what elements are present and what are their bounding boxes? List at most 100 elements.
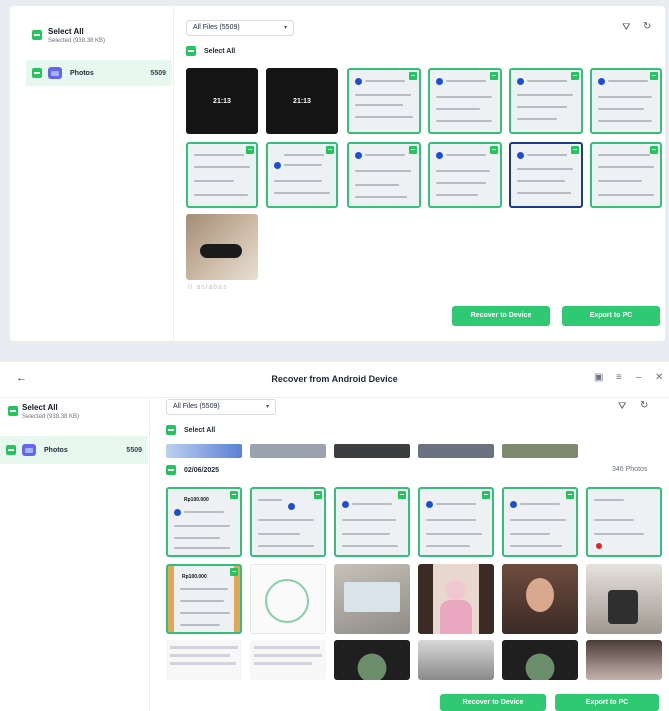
file-filter-dropdown[interactable]: All Files (5509) ▾ [186, 20, 294, 36]
photo-thumbnail-text[interactable] [166, 640, 242, 680]
receipt-logo [598, 78, 605, 85]
receipt-logo [288, 503, 295, 510]
photo-thumbnail-face[interactable] [418, 640, 494, 680]
minimize-icon[interactable]: – [636, 372, 642, 383]
photo-thumbnail-partial[interactable] [334, 444, 410, 458]
select-all-checkbox-icon[interactable] [32, 30, 42, 40]
photo-thumbnail-receipt[interactable] [509, 142, 583, 208]
photo-thumbnail-partial[interactable] [418, 444, 494, 458]
selected-check-icon[interactable] [482, 491, 490, 499]
photo-thumbnail-screen[interactable] [334, 564, 410, 634]
recover-to-device-button[interactable]: Recover to Device [452, 306, 550, 326]
lockscreen-time: 21:13 [213, 97, 231, 105]
recover-to-device-button[interactable]: Recover to Device [440, 694, 546, 711]
photo-thumbnail-text[interactable] [250, 640, 326, 680]
select-all-checkbox-icon[interactable] [166, 425, 176, 435]
feedback-icon[interactable]: ▣ [594, 372, 603, 383]
selected-check-icon[interactable] [409, 146, 417, 154]
chevron-down-icon: ▾ [283, 25, 287, 31]
selected-check-icon[interactable] [409, 72, 417, 80]
photo-thumbnail-cat[interactable] [186, 214, 258, 280]
lockscreen-time: 21:13 [293, 97, 311, 105]
photo-thumbnail-circle[interactable] [502, 640, 578, 680]
photo-thumbnail-receipt[interactable] [186, 142, 258, 208]
selected-check-icon[interactable] [566, 491, 574, 499]
refresh-icon[interactable]: ↻ [643, 21, 651, 32]
photo-thumbnail-receipt[interactable] [590, 68, 662, 134]
photo-thumbnail-receipt[interactable] [586, 487, 662, 557]
selected-check-icon[interactable] [571, 146, 579, 154]
photo-thumbnail-partial[interactable] [166, 444, 242, 458]
receipt-logo [355, 152, 362, 159]
photos-count: 5509 [126, 446, 142, 454]
selected-check-icon[interactable] [650, 72, 658, 80]
photo-thumbnail-portrait[interactable] [418, 564, 494, 634]
photo-thumbnail-face[interactable] [586, 640, 662, 680]
photo-thumbnail-receipt[interactable] [347, 68, 421, 134]
select-all-checkbox-icon[interactable] [186, 46, 196, 56]
selected-check-icon[interactable] [650, 146, 658, 154]
photo-thumbnail-meme[interactable] [586, 564, 662, 634]
select-all-row[interactable]: Select All [166, 425, 215, 435]
export-to-pc-button[interactable]: Export to PC [555, 694, 659, 711]
photo-thumbnail-receipt[interactable]: Rp100.000 [166, 564, 242, 634]
photo-thumbnail-receipt[interactable] [266, 142, 338, 208]
receipt-logo [436, 152, 443, 159]
file-filter-value: All Files (5509) [173, 403, 220, 410]
menu-icon[interactable]: ≡ [616, 372, 622, 383]
receipt-logo [510, 501, 517, 508]
photo-thumbnail-lockscreen[interactable]: 21:13 [266, 68, 338, 134]
photos-checkbox-icon[interactable] [32, 68, 42, 78]
recovery-window-top: Select All Selected (938.38 KB) Photos 5… [10, 6, 665, 341]
photo-thumbnail-selfie[interactable] [502, 564, 578, 634]
blurred-caption: Il aslabas [188, 284, 228, 291]
select-all-row[interactable]: Select All [186, 46, 235, 56]
date-group-header[interactable]: 02/06/2025 [166, 465, 219, 475]
sidebar-select-all-label[interactable]: Select All [48, 27, 84, 36]
receipt-amount: Rp100.000 [184, 497, 209, 503]
stamp-shape [265, 579, 309, 623]
selected-check-icon[interactable] [490, 72, 498, 80]
photo-thumbnail-receipt[interactable] [334, 487, 410, 557]
photo-thumbnail-receipt[interactable] [502, 487, 578, 557]
filter-icon[interactable]: ⛛ [618, 401, 626, 412]
photo-thumbnail-circle[interactable] [334, 640, 410, 680]
sidebar: Select All Selected (938.38 KB) Photos 5… [0, 398, 150, 711]
refresh-icon[interactable]: ↻ [640, 400, 648, 411]
cat-shape [200, 244, 242, 258]
selected-check-icon[interactable] [490, 146, 498, 154]
photo-thumbnail-lockscreen[interactable]: 21:13 [186, 68, 258, 134]
photo-thumbnail-receipt[interactable] [347, 142, 421, 208]
selected-check-icon[interactable] [230, 568, 238, 576]
photo-thumbnail-partial[interactable] [250, 444, 326, 458]
date-group-checkbox-icon[interactable] [166, 465, 176, 475]
sidebar-item-photos[interactable]: Photos 5509 [26, 60, 172, 86]
export-to-pc-button[interactable]: Export to PC [562, 306, 660, 326]
select-all-checkbox-icon[interactable] [8, 406, 18, 416]
photos-checkbox-icon[interactable] [6, 445, 16, 455]
recovery-window-bottom: ← Recover from Android Device ▣ ≡ – ✕ Se… [0, 362, 669, 711]
sidebar-item-photos[interactable]: Photos 5509 [0, 436, 148, 464]
selected-check-icon[interactable] [230, 491, 238, 499]
photo-thumbnail-receipt[interactable] [428, 68, 502, 134]
photo-thumbnail-receipt[interactable] [590, 142, 662, 208]
sidebar-select-all-label[interactable]: Select All [22, 403, 58, 412]
selected-check-icon[interactable] [246, 146, 254, 154]
selected-check-icon[interactable] [314, 491, 322, 499]
chevron-down-icon: ▾ [265, 404, 269, 410]
select-all-label: Select All [184, 426, 216, 434]
photo-thumbnail-receipt[interactable]: Rp100.000 [166, 487, 242, 557]
photo-thumbnail-receipt[interactable] [418, 487, 494, 557]
photo-thumbnail-receipt[interactable] [250, 487, 326, 557]
close-icon[interactable]: ✕ [655, 372, 663, 383]
filter-icon[interactable]: ⛛ [622, 22, 630, 33]
photo-thumbnail-document[interactable] [250, 564, 326, 634]
file-filter-dropdown[interactable]: All Files (5509) ▾ [166, 399, 276, 415]
selected-check-icon[interactable] [326, 146, 334, 154]
selected-check-icon[interactable] [571, 72, 579, 80]
photo-thumbnail-receipt[interactable] [509, 68, 583, 134]
photo-thumbnail-partial[interactable] [502, 444, 578, 458]
selected-check-icon[interactable] [398, 491, 406, 499]
receipt-logo [517, 152, 524, 159]
photo-thumbnail-receipt[interactable] [428, 142, 502, 208]
